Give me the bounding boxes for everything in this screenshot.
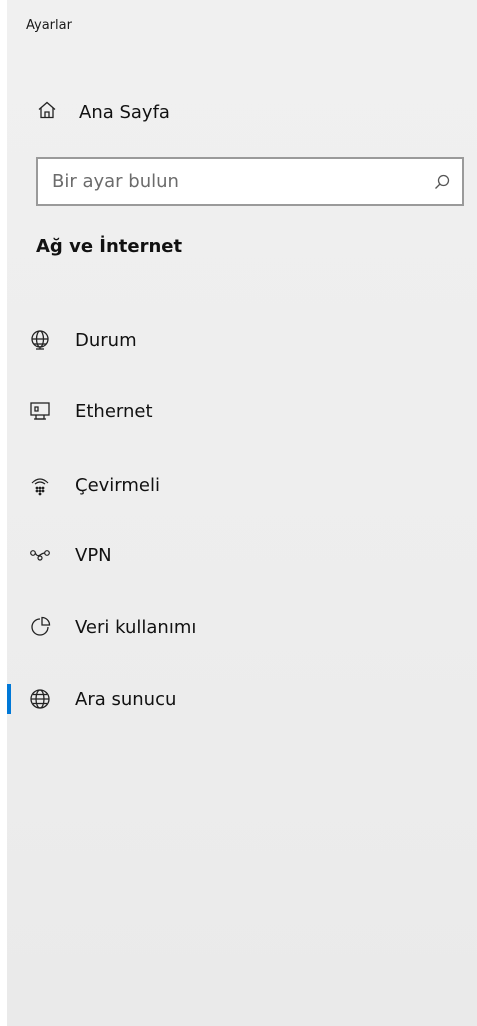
- nav-item-label: Veri kullanımı: [75, 616, 197, 638]
- home-link[interactable]: Ana Sayfa: [37, 97, 170, 127]
- dialup-icon: [28, 473, 52, 497]
- search-input[interactable]: [38, 170, 422, 193]
- search-icon[interactable]: [422, 174, 462, 190]
- nav-item-label: Durum: [75, 329, 137, 351]
- nav-item-label: Çevirmeli: [75, 474, 160, 496]
- settings-nav-pane: Ayarlar Ana Sayfa Ağ ve İnternet: [7, 0, 477, 1026]
- app-title: Ayarlar: [26, 18, 72, 33]
- home-icon: [37, 100, 57, 124]
- nav-item-cevirmeli[interactable]: Çevirmeli: [7, 463, 477, 507]
- nav-item-durum[interactable]: Durum: [7, 318, 477, 362]
- nav-item-ara-sunucu[interactable]: Ara sunucu: [7, 677, 477, 721]
- nav-item-ethernet[interactable]: Ethernet: [7, 389, 477, 433]
- nav-item-veri-kullanimi[interactable]: Veri kullanımı: [7, 605, 477, 649]
- active-indicator: [7, 684, 11, 714]
- nav-item-label: Ara sunucu: [75, 688, 177, 710]
- home-label: Ana Sayfa: [79, 101, 170, 123]
- search-box[interactable]: [36, 157, 464, 206]
- globe-icon: [28, 687, 52, 711]
- vpn-icon: [28, 543, 52, 567]
- nav-item-vpn[interactable]: VPN: [7, 533, 477, 577]
- data-usage-icon: [28, 615, 52, 639]
- section-title: Ağ ve İnternet: [36, 236, 183, 257]
- globe-status-icon: [28, 328, 52, 352]
- nav-item-label: Ethernet: [75, 400, 153, 422]
- nav-item-label: VPN: [75, 544, 112, 566]
- ethernet-monitor-icon: [28, 399, 52, 423]
